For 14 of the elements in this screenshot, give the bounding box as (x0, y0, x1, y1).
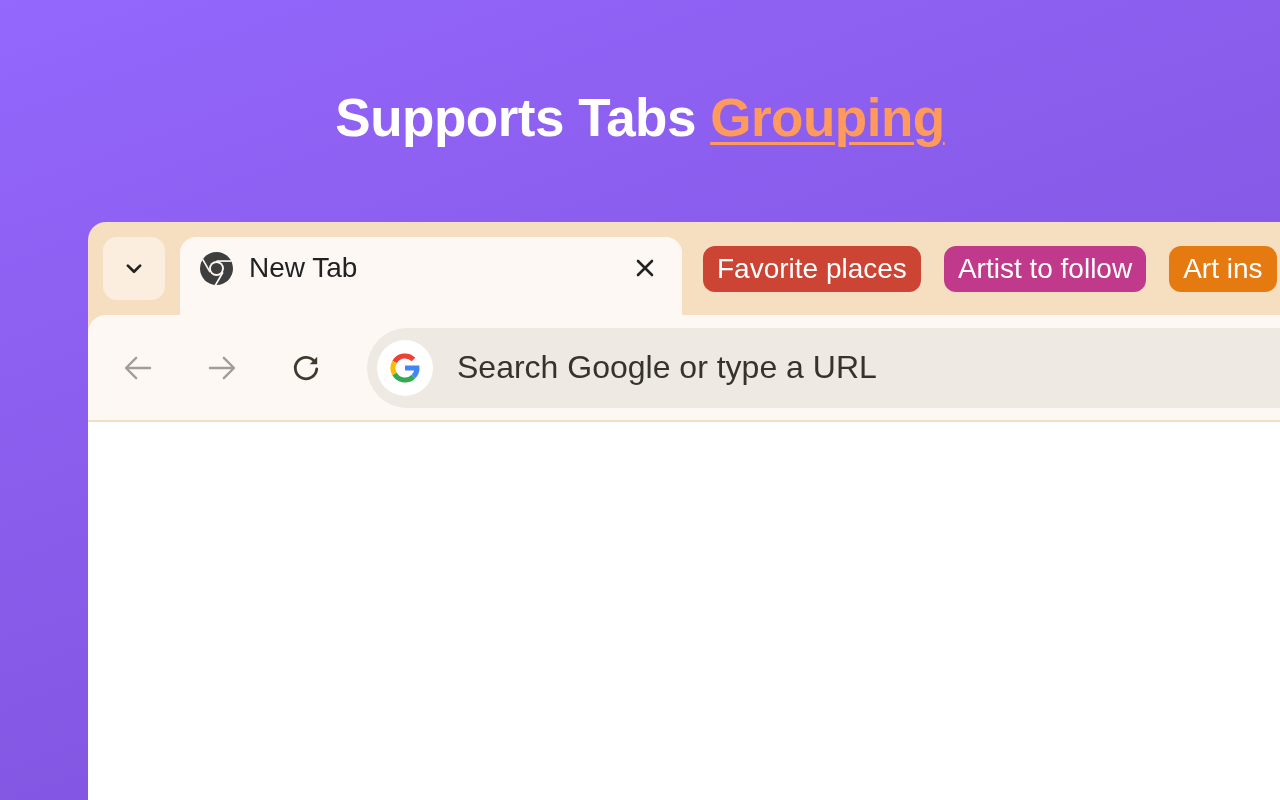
tab-group-label[interactable]: Artist to follow (943, 246, 1147, 292)
google-g-icon (377, 339, 433, 396)
browser-logo-icon (200, 251, 233, 285)
tab-title: New Tab (249, 252, 359, 284)
close-icon (636, 259, 654, 277)
arrow-left-icon (124, 355, 152, 380)
tab-group-label[interactable]: Art ins (1169, 246, 1277, 292)
tab-group-label[interactable]: Favorite places (703, 246, 921, 292)
reload-icon (292, 353, 320, 382)
address-bar[interactable]: Search Google or type a URL (367, 327, 1280, 408)
headline: Supports Tabs Grouping (334, 87, 946, 149)
chevron-down-icon (126, 263, 142, 274)
browser-tab[interactable]: New Tab (180, 237, 682, 315)
arrow-right-icon (208, 355, 236, 380)
